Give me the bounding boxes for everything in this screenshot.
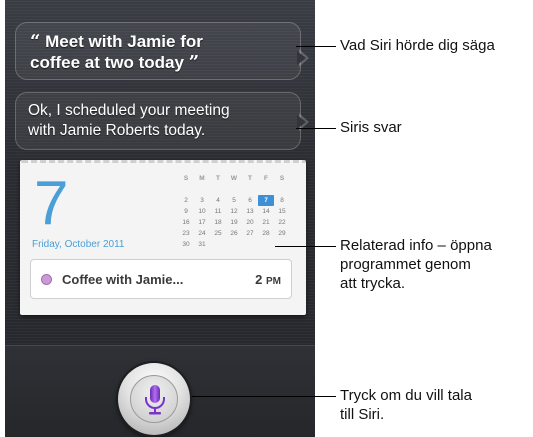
- open-quote: “: [30, 31, 41, 52]
- mini-calendar-day: 12: [230, 208, 238, 215]
- callout-line-info: [275, 246, 336, 247]
- callout-info-line2: programmet genom: [340, 256, 471, 273]
- event-time-ampm: PM: [266, 275, 281, 287]
- mini-calendar-week: 23 24 25 26 27 28 29: [178, 228, 296, 239]
- mini-calendar-day: 25: [214, 230, 222, 237]
- mic-button-face: [130, 375, 178, 423]
- mini-calendar-day: [178, 184, 194, 195]
- microphone-icon: [145, 385, 165, 415]
- mini-calendar-day: 29: [278, 230, 286, 237]
- mini-calendar-day: 6: [248, 197, 252, 204]
- mini-calendar-day: [258, 239, 274, 250]
- callout-info: Relaterad info – öppna programmet genom …: [340, 236, 492, 293]
- mini-calendar-day: [210, 184, 226, 195]
- mini-calendar-day: 18: [214, 219, 222, 226]
- mini-calendar-day: 19: [230, 219, 238, 226]
- close-quote: ”: [188, 52, 200, 73]
- weekday-label: W: [230, 175, 238, 182]
- callout-line-mic: [192, 396, 336, 397]
- mini-calendar-day: [210, 239, 226, 250]
- mini-calendar-day: [274, 184, 290, 195]
- callout-mic-line1: Tryck om du vill tala: [340, 387, 472, 404]
- mini-calendar-week: [178, 184, 296, 195]
- callout-mic: Tryck om du vill tala till Siri.: [340, 386, 472, 424]
- user-speech-line2: coffee at two today: [30, 53, 184, 72]
- event-title: Coffee with Jamie...: [62, 271, 184, 287]
- siri-reply-text: Ok, I scheduled your meeting with Jamie …: [28, 101, 288, 141]
- mini-calendar-day: 22: [278, 219, 286, 226]
- weekday-label: M: [199, 175, 205, 182]
- event-color-dot: [41, 273, 52, 285]
- calendar-card[interactable]: 7 Friday, October 2011 S M T W T F S 2 3 4 5 6 7 8 9 10…: [20, 160, 306, 315]
- mini-calendar-day: 31: [198, 241, 206, 248]
- mini-calendar-week: 30 31: [178, 239, 296, 250]
- mini-calendar-day: [194, 184, 210, 195]
- siri-reply-bubble: Ok, I scheduled your meeting with Jamie …: [15, 92, 309, 150]
- weekday-label: T: [216, 175, 220, 182]
- weekday-label: S: [183, 175, 189, 182]
- weekday-label: S: [279, 175, 285, 182]
- mini-calendar-day: 14: [262, 208, 270, 215]
- mini-calendar-day: 5: [232, 197, 236, 204]
- mini-calendar-day: [226, 184, 242, 195]
- weekday-label: T: [248, 175, 252, 182]
- user-speech-line1: Meet with Jamie for: [45, 32, 203, 51]
- mini-calendar-day: 3: [200, 197, 204, 204]
- mini-calendar-day: 21: [262, 219, 270, 226]
- mini-calendar-day: 23: [182, 230, 190, 237]
- siri-reply-line2: with Jamie Roberts today.: [28, 122, 206, 139]
- mini-calendar-day: [242, 239, 258, 250]
- mini-calendar-day: 17: [198, 219, 206, 226]
- mini-calendar-day: 15: [278, 208, 286, 215]
- mini-calendar-week: 9 10 11 12 13 14 15: [178, 206, 296, 217]
- mini-calendar-day: 8: [280, 197, 284, 204]
- calendar-day-number: 7: [34, 169, 69, 238]
- mini-calendar-day: [242, 184, 258, 195]
- callout-info-line1: Relaterad info – öppna: [340, 237, 492, 254]
- mini-calendar-day: 26: [230, 230, 238, 237]
- mini-calendar-day: 10: [198, 208, 206, 215]
- mini-calendar-day: 11: [214, 208, 222, 215]
- mini-calendar-day: 27: [246, 230, 254, 237]
- siri-reply-line1: Ok, I scheduled your meeting: [28, 102, 230, 119]
- user-speech-bubble: “ Meet with Jamie for coffee at two toda…: [15, 22, 309, 80]
- user-speech-text: “ Meet with Jamie for coffee at two toda…: [30, 31, 286, 73]
- event-time-hour: 2: [255, 271, 263, 287]
- calendar-event[interactable]: Coffee with Jamie... 2 PM: [30, 259, 292, 299]
- mini-calendar-day: 4: [216, 197, 220, 204]
- mini-calendar-day: 2: [184, 197, 188, 204]
- mini-calendar-week: 2 3 4 5 678: [178, 195, 296, 206]
- mini-calendar-day: 24: [198, 230, 206, 237]
- callout-line-said: [296, 46, 336, 47]
- callout-reply: Siris svar: [340, 119, 402, 136]
- mini-calendar: S M T W T F S 2 3 4 5 6 7 8 9 10 11 12 13 14 15 16 17 18 19 20 21 2…: [178, 173, 296, 250]
- mini-calendar-day: [226, 239, 242, 250]
- callout-mic-line2: till Siri.: [340, 406, 385, 423]
- mini-calendar-day: 13: [246, 208, 254, 215]
- callout-info-line3: att trycka.: [340, 275, 406, 292]
- callout-line-reply: [296, 128, 336, 129]
- callout-said: Vad Siri hörde dig säga: [340, 37, 495, 54]
- siri-mic-button[interactable]: [118, 363, 190, 435]
- calendar-date-label: Friday, October 2011: [32, 239, 125, 250]
- mini-calendar-day: 20: [246, 219, 254, 226]
- mini-calendar-weekdays: SMTWTFS: [178, 173, 296, 184]
- mini-calendar-selected-day: 7: [258, 195, 274, 206]
- mini-calendar-day: 30: [182, 241, 190, 248]
- mini-calendar-day: [258, 184, 274, 195]
- mini-calendar-day: 16: [182, 219, 190, 226]
- mini-calendar-day: [274, 239, 290, 250]
- mini-calendar-day: 28: [262, 230, 270, 237]
- event-time: 2 PM: [255, 272, 281, 287]
- mini-calendar-week: 16 17 18 19 20 21 22: [178, 217, 296, 228]
- weekday-label: F: [264, 175, 268, 182]
- mini-calendar-day: 9: [184, 208, 188, 215]
- bubble-tail: [297, 49, 309, 67]
